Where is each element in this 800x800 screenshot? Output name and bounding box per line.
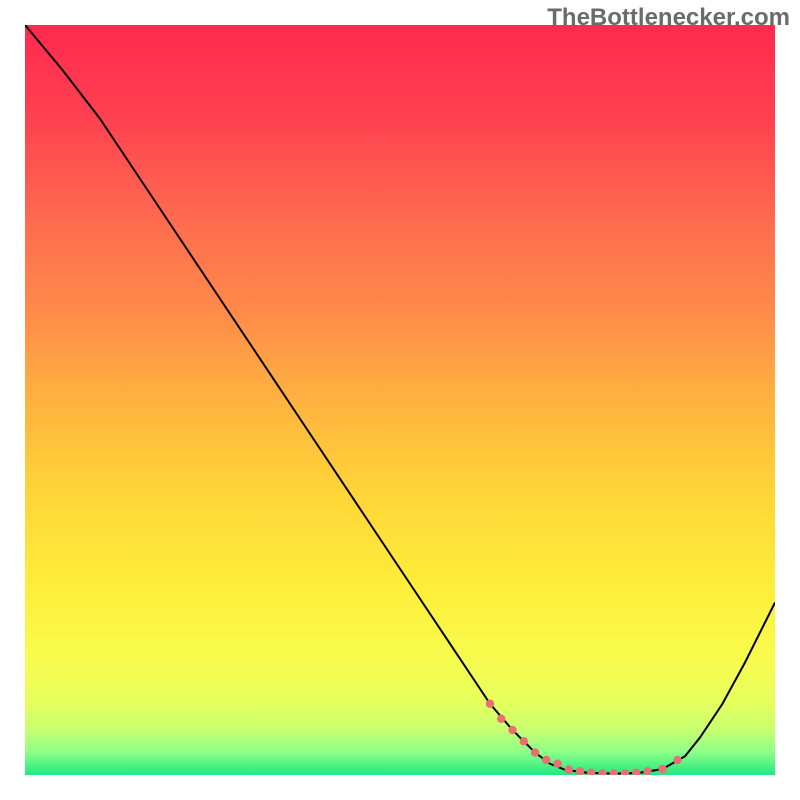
highlight-dot [508, 726, 516, 734]
gradient-background [25, 25, 775, 775]
highlight-dot [673, 756, 681, 764]
chart-container: TheBottlenecker.com [0, 0, 800, 800]
highlight-dot [497, 715, 505, 723]
chart-svg [25, 25, 775, 775]
highlight-dot [553, 760, 561, 768]
highlight-dot [520, 737, 528, 745]
watermark-text: TheBottlenecker.com [547, 4, 790, 32]
highlight-dot [542, 756, 550, 764]
highlight-dot [565, 766, 573, 774]
plot-area [25, 25, 775, 775]
highlight-dot [658, 765, 666, 773]
highlight-dot [486, 700, 494, 708]
highlight-dot [531, 748, 539, 756]
